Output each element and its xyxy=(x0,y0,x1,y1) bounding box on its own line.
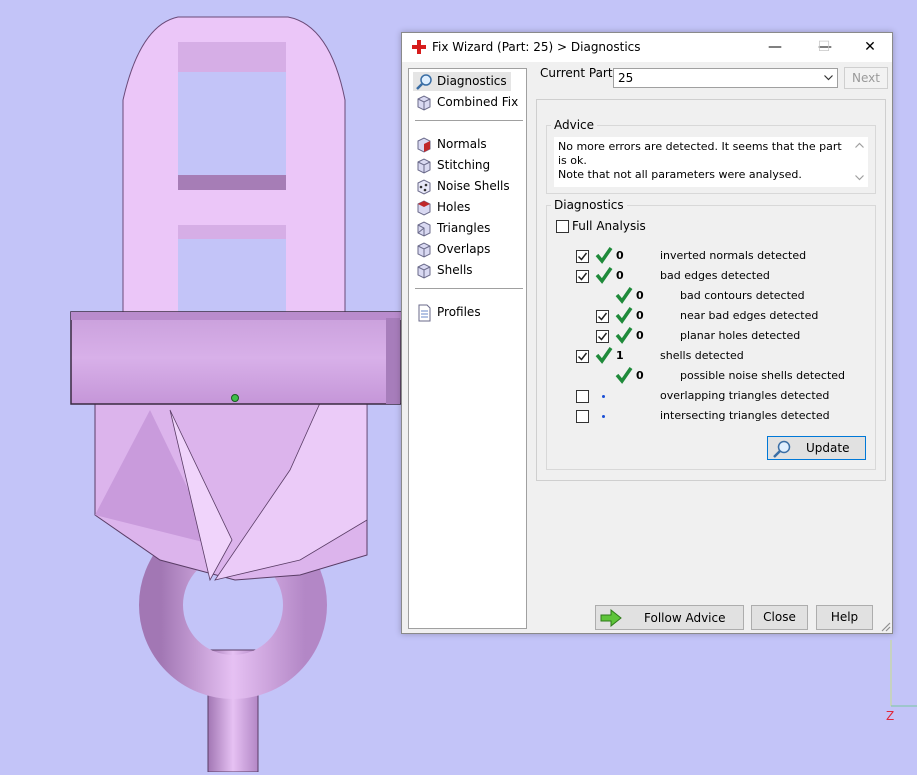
normals-cube-icon xyxy=(417,137,431,153)
sidebar-item-triangles[interactable]: Triangles xyxy=(413,219,494,238)
green-check-icon xyxy=(615,327,633,344)
full-analysis-label: Full Analysis xyxy=(572,219,646,233)
pending-dot-icon xyxy=(602,415,605,418)
sidebar-item-label: Overlaps xyxy=(437,242,491,256)
planar-holes-label: planar holes detected xyxy=(680,329,801,342)
overlaps-cube-icon xyxy=(417,242,431,258)
bad-edges-count: 0 xyxy=(616,269,624,282)
sidebar-item-noise-shells[interactable]: Noise Shells xyxy=(413,177,514,196)
sidebar-item-shells[interactable]: Shells xyxy=(413,261,477,280)
inverted-normals-checkbox[interactable] xyxy=(576,250,589,263)
noise-shells-cube-icon xyxy=(417,179,431,195)
chevron-down-icon xyxy=(824,75,833,81)
red-cross-icon xyxy=(412,40,426,54)
planar-holes-checkbox[interactable] xyxy=(596,330,609,343)
sidebar-item-label: Stitching xyxy=(437,158,491,172)
diagnostics-panel: Advice No more errors are detected. It s… xyxy=(536,99,886,481)
sidebar-item-label: Triangles xyxy=(437,221,491,235)
update-button-label: Update xyxy=(806,441,850,455)
scroll-up-icon[interactable] xyxy=(855,142,864,148)
sidebar-item-label: Profiles xyxy=(437,305,481,319)
sidebar-item-label: Normals xyxy=(437,137,487,151)
bad-edges-checkbox[interactable] xyxy=(576,270,589,283)
close-button[interactable]: Close xyxy=(751,605,808,630)
bad-contours-label: bad contours detected xyxy=(680,289,805,302)
sidebar-item-label: Noise Shells xyxy=(437,179,510,193)
sidebar-item-label: Holes xyxy=(437,200,471,214)
full-analysis-checkbox[interactable] xyxy=(556,220,569,233)
holes-cube-icon xyxy=(417,200,431,216)
overlapping-triangles-label: overlapping triangles detected xyxy=(660,389,830,402)
bad-contours-count: 0 xyxy=(636,289,644,302)
sidebar-divider xyxy=(415,120,523,121)
near-bad-edges-label: near bad edges detected xyxy=(680,309,819,322)
near-bad-edges-checkbox[interactable] xyxy=(596,310,609,323)
sidebar-item-overlaps[interactable]: Overlaps xyxy=(413,240,494,259)
diagnostics-group-title: Diagnostics xyxy=(551,198,627,212)
green-check-icon xyxy=(615,307,633,324)
close-window-button[interactable]: ✕ xyxy=(847,33,893,62)
sidebar-item-holes[interactable]: Holes xyxy=(413,198,474,217)
intersecting-triangles-checkbox[interactable] xyxy=(576,410,589,423)
sidebar-item-diagnostics[interactable]: Diagnostics xyxy=(413,72,511,91)
green-check-icon xyxy=(615,367,633,384)
pending-dot-icon xyxy=(602,395,605,398)
inverted-normals-label: inverted normals detected xyxy=(660,249,807,262)
current-part-select[interactable]: 25 xyxy=(613,68,838,88)
sidebar-item-stitching[interactable]: Stitching xyxy=(413,156,494,175)
fix-wizard-dialog: Fix Wizard (Part: 25) > Diagnostics — — … xyxy=(401,32,893,634)
advice-textbox[interactable]: No more errors are detected. It seems th… xyxy=(554,137,868,187)
intersecting-triangles-label: intersecting triangles detected xyxy=(660,409,830,422)
bad-edges-label: bad edges detected xyxy=(660,269,770,282)
maximize-button: ☐ xyxy=(817,39,831,55)
sidebar-item-normals[interactable]: Normals xyxy=(413,135,491,154)
stitching-cube-icon xyxy=(417,158,431,174)
shells-checkbox[interactable] xyxy=(576,350,589,363)
resize-grip-icon[interactable] xyxy=(879,620,891,632)
triangles-cube-icon xyxy=(417,221,431,237)
help-button[interactable]: Help xyxy=(816,605,873,630)
noise-shells-label: possible noise shells detected xyxy=(680,369,846,382)
shells-label: shells detected xyxy=(660,349,744,362)
sidebar-item-profiles[interactable]: Profiles xyxy=(413,303,485,322)
inverted-normals-count: 0 xyxy=(616,249,624,262)
green-arrow-icon xyxy=(600,609,622,627)
noise-shells-count: 0 xyxy=(636,369,644,382)
update-button[interactable]: Update xyxy=(767,436,866,460)
advice-text: No more errors are detected. It seems th… xyxy=(558,140,842,181)
cube-icon xyxy=(417,95,431,111)
overlapping-triangles-checkbox[interactable] xyxy=(576,390,589,403)
advice-group-title: Advice xyxy=(551,118,598,132)
green-check-icon xyxy=(615,287,633,304)
follow-advice-label: Follow Advice xyxy=(644,611,726,625)
scroll-down-icon[interactable] xyxy=(855,175,864,181)
wizard-nav-sidebar: Diagnostics Combined Fix Normals Stitchi… xyxy=(408,68,527,629)
sidebar-divider xyxy=(415,288,523,289)
follow-advice-button[interactable]: Follow Advice xyxy=(595,605,744,630)
document-icon xyxy=(418,304,431,322)
near-bad-edges-count: 0 xyxy=(636,309,644,322)
magnifier-icon xyxy=(773,440,791,458)
magnifier-icon xyxy=(416,74,432,90)
next-button[interactable]: Next xyxy=(844,67,888,89)
green-check-icon xyxy=(595,347,613,364)
green-check-icon xyxy=(595,267,613,284)
shells-count: 1 xyxy=(616,349,624,362)
green-check-icon xyxy=(595,247,613,264)
z-axis-label: Z xyxy=(886,709,895,723)
minimize-button-glyph[interactable]: — xyxy=(752,33,798,62)
current-part-value: 25 xyxy=(618,71,634,85)
window-title: Fix Wizard (Part: 25) > Diagnostics xyxy=(432,40,641,54)
shells-cube-icon xyxy=(417,263,431,279)
current-part-label: Current Part: xyxy=(540,66,617,80)
sidebar-item-combined-fix[interactable]: Combined Fix xyxy=(413,93,522,112)
sidebar-item-label: Diagnostics xyxy=(437,74,507,88)
planar-holes-count: 0 xyxy=(636,329,644,342)
sidebar-item-label: Shells xyxy=(437,263,473,277)
sidebar-item-label: Combined Fix xyxy=(437,95,519,109)
